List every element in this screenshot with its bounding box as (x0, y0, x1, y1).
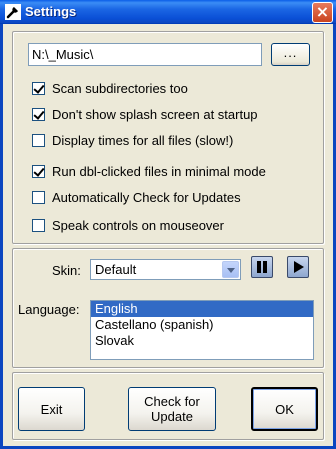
language-option-english[interactable]: English (91, 301, 313, 317)
close-button[interactable]: × (312, 2, 333, 23)
checkbox[interactable] (32, 190, 45, 204)
option-speak-controls[interactable]: Speak controls on mouseover (32, 216, 224, 234)
skin-dropdown[interactable]: Default (90, 259, 241, 280)
option-minimal-mode[interactable]: Run dbl-clicked files in minimal mode (32, 162, 266, 180)
checkbox[interactable] (32, 164, 45, 178)
play-icon[interactable] (287, 256, 309, 278)
chevron-down-icon[interactable] (222, 261, 239, 278)
pause-icon[interactable] (251, 256, 273, 278)
checkbox[interactable] (32, 107, 45, 121)
option-label: Scan subdirectories too (52, 80, 188, 96)
checkbox[interactable] (32, 218, 45, 232)
exit-button[interactable]: Exit (18, 387, 85, 431)
option-no-splash[interactable]: Don't show splash screen at startup (32, 105, 258, 123)
checkbox[interactable] (32, 133, 45, 147)
checkbox[interactable] (32, 81, 45, 95)
option-label: Run dbl-clicked files in minimal mode (52, 163, 266, 179)
check-update-label-line2: Update (151, 409, 193, 424)
option-label: Display times for all files (slow!) (52, 132, 234, 148)
ok-button[interactable]: OK (251, 387, 318, 431)
option-label: Automatically Check for Updates (52, 189, 241, 205)
check-update-button[interactable]: Check for Update (128, 387, 216, 431)
skin-label: Skin: (52, 263, 81, 278)
window-title: Settings (25, 4, 77, 19)
language-option-castellano[interactable]: Castellano (spanish) (91, 317, 313, 333)
option-label: Don't show splash screen at startup (52, 106, 258, 122)
option-scan-subdirectories[interactable]: Scan subdirectories too (32, 79, 188, 97)
option-display-times[interactable]: Display times for all files (slow!) (32, 131, 233, 149)
option-label: Speak controls on mouseover (52, 217, 224, 233)
language-option-slovak[interactable]: Slovak (91, 333, 313, 349)
music-path-input[interactable] (28, 43, 262, 66)
language-label: Language: (18, 302, 80, 317)
wrench-icon (5, 4, 21, 20)
title-bar[interactable]: Settings × (0, 0, 336, 24)
skin-value: Default (95, 262, 137, 277)
browse-button[interactable]: ... (271, 43, 310, 66)
check-update-label-line1: Check for (144, 394, 200, 409)
language-list[interactable]: English Castellano (spanish) Slovak (90, 300, 314, 360)
option-auto-update[interactable]: Automatically Check for Updates (32, 188, 241, 206)
